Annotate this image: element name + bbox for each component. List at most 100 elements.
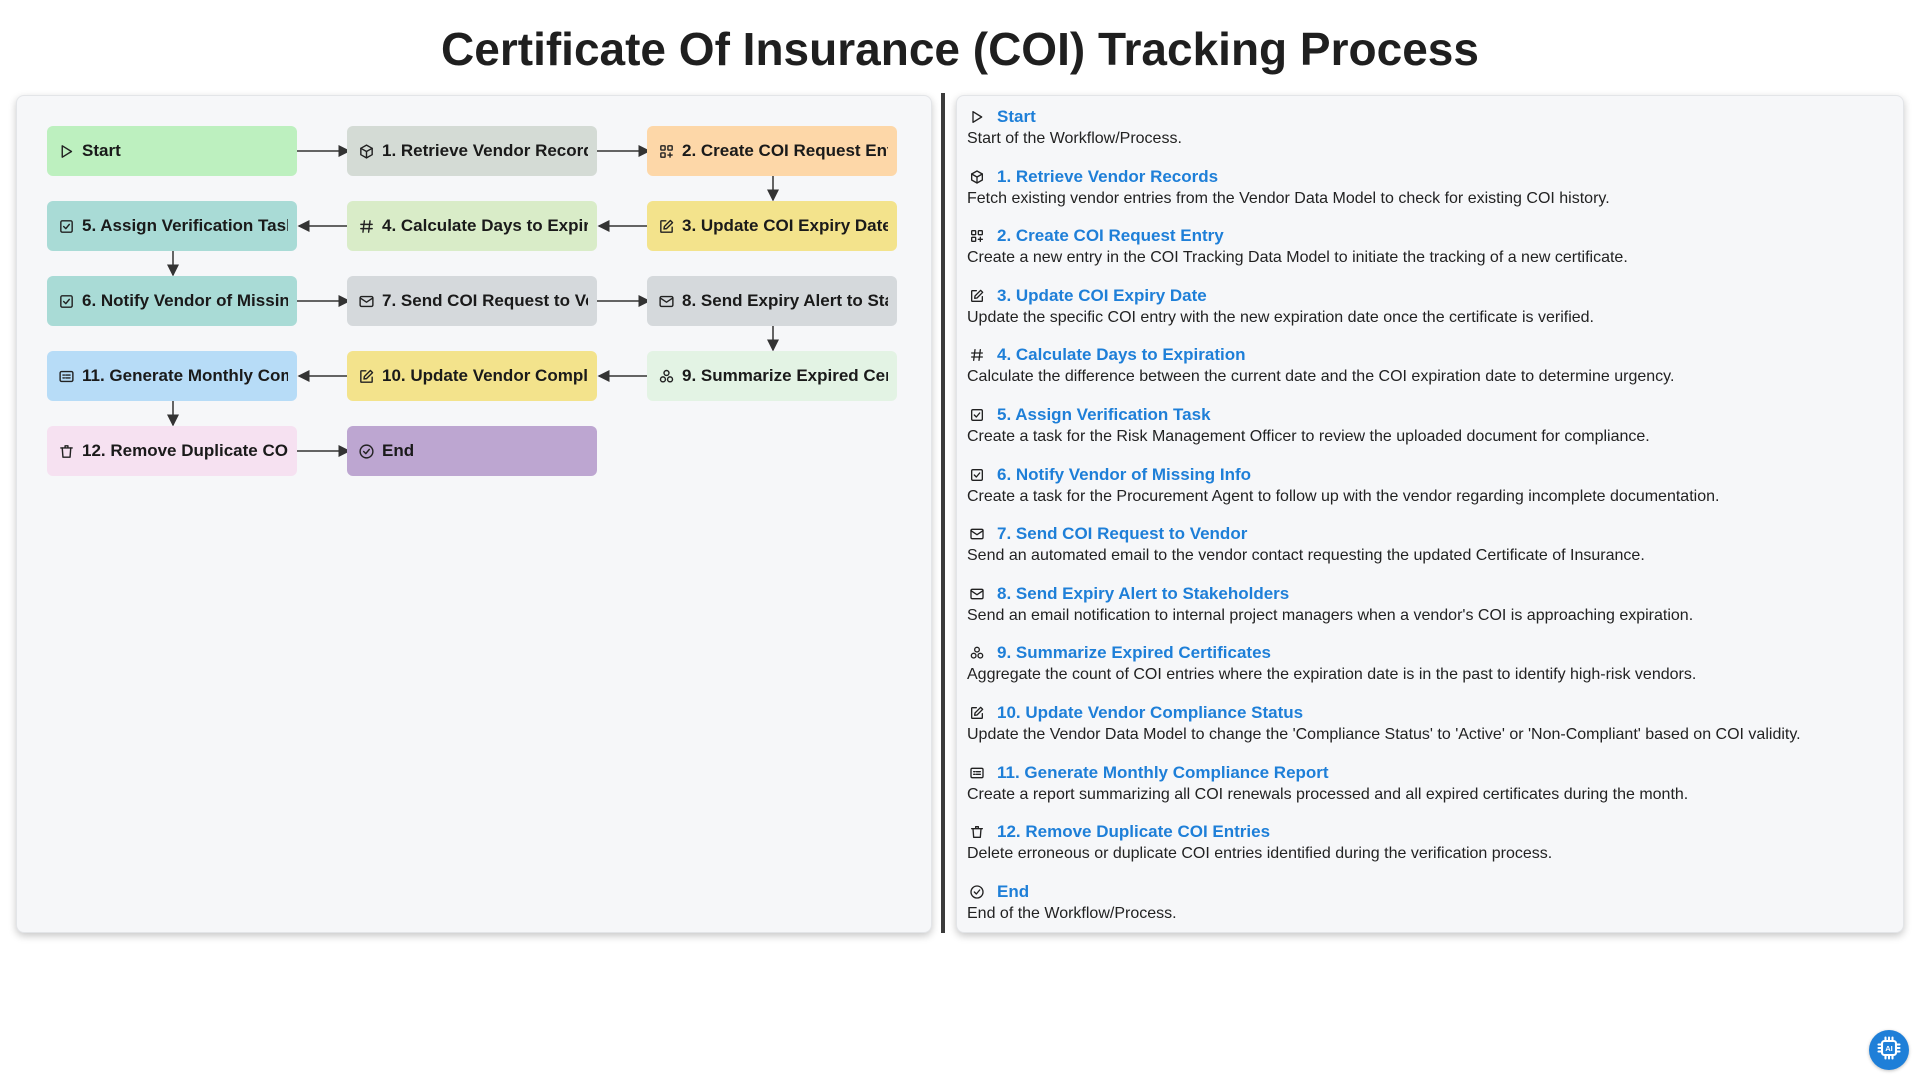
step-item-9: 9. Summarize Expired Certificates Aggreg… bbox=[967, 640, 1887, 700]
ai-assistant-button[interactable]: AI bbox=[1869, 1030, 1909, 1070]
step-list-panel: Start Start of the Workflow/Process. 1. … bbox=[956, 95, 1904, 933]
step-list: Start Start of the Workflow/Process. 1. … bbox=[967, 104, 1887, 938]
step-item-2: 2. Create COI Request Entry Create a new… bbox=[967, 223, 1887, 283]
node-label: 8. Send Expiry Alert to Stakeholders bbox=[682, 291, 888, 310]
step-title[interactable]: Start bbox=[997, 107, 1036, 127]
node-update-coi-expiry-date[interactable]: 3. Update COI Expiry Date bbox=[647, 201, 897, 251]
trash-icon bbox=[969, 824, 985, 840]
task-icon bbox=[969, 407, 985, 423]
node-label: 2. Create COI Request Entry bbox=[682, 141, 888, 160]
node-label: 9. Summarize Expired Certificates bbox=[682, 366, 888, 385]
node-start[interactable]: Start bbox=[47, 126, 297, 176]
report-icon bbox=[969, 765, 985, 781]
node-label: 7. Send COI Request to Vendor bbox=[382, 291, 588, 310]
node-label: 4. Calculate Days to Expiration bbox=[382, 216, 588, 235]
node-notify-vendor-of-missing-info[interactable]: 6. Notify Vendor of Missing Info bbox=[47, 276, 297, 326]
step-item-12: 12. Remove Duplicate COI Entries Delete … bbox=[967, 819, 1887, 879]
step-title[interactable]: 9. Summarize Expired Certificates bbox=[997, 643, 1271, 663]
node-label: 5. Assign Verification Task bbox=[82, 216, 288, 235]
step-description: Fetch existing vendor entries from the V… bbox=[967, 189, 1610, 207]
node-label: 12. Remove Duplicate COI Entries bbox=[82, 441, 288, 460]
step-item-11: 11. Generate Monthly Compliance Report C… bbox=[967, 760, 1887, 820]
mail-icon bbox=[658, 293, 675, 310]
node-send-expiry-alert-to-stakeholders[interactable]: 8. Send Expiry Alert to Stakeholders bbox=[647, 276, 897, 326]
step-title[interactable]: 7. Send COI Request to Vendor bbox=[997, 524, 1247, 544]
box-icon bbox=[358, 143, 375, 160]
step-title[interactable]: 2. Create COI Request Entry bbox=[997, 226, 1224, 246]
grid-plus-icon bbox=[969, 228, 985, 244]
step-item-7: 7. Send COI Request to Vendor Send an au… bbox=[967, 521, 1887, 581]
node-label: 11. Generate Monthly Compliance Report bbox=[82, 366, 288, 385]
svg-text:AI: AI bbox=[1885, 1043, 1893, 1052]
step-description: Delete erroneous or duplicate COI entrie… bbox=[967, 845, 1553, 863]
node-label: 6. Notify Vendor of Missing Info bbox=[82, 291, 288, 310]
step-item-4: 4. Calculate Days to Expiration Calculat… bbox=[967, 342, 1887, 402]
report-icon bbox=[58, 368, 75, 385]
step-description: Create a report summarizing all COI rene… bbox=[967, 785, 1689, 803]
node-update-vendor-compliance-status[interactable]: 10. Update Vendor Compliance Status bbox=[347, 351, 597, 401]
play-icon bbox=[969, 109, 985, 125]
step-item-5: 5. Assign Verification Task Create a tas… bbox=[967, 402, 1887, 462]
check-circle-icon bbox=[969, 884, 985, 900]
step-title[interactable]: 6. Notify Vendor of Missing Info bbox=[997, 465, 1251, 485]
step-title[interactable]: 12. Remove Duplicate COI Entries bbox=[997, 822, 1270, 842]
step-title[interactable]: 3. Update COI Expiry Date bbox=[997, 286, 1207, 306]
task-icon bbox=[58, 293, 75, 310]
task-icon bbox=[58, 218, 75, 235]
mail-icon bbox=[358, 293, 375, 310]
trash-icon bbox=[58, 443, 75, 460]
flowchart-panel: Start 1. Retrieve Vendor Records 2. Crea… bbox=[16, 95, 932, 933]
play-icon bbox=[58, 143, 75, 160]
step-description: Send an email notification to internal p… bbox=[967, 606, 1694, 624]
step-title[interactable]: 10. Update Vendor Compliance Status bbox=[997, 703, 1303, 723]
summarize-icon bbox=[658, 368, 675, 385]
node-assign-verification-task[interactable]: 5. Assign Verification Task bbox=[47, 201, 297, 251]
node-create-coi-request-entry[interactable]: 2. Create COI Request Entry bbox=[647, 126, 897, 176]
page-title: Certificate Of Insurance (COI) Tracking … bbox=[441, 23, 1479, 75]
step-description: Update the Vendor Data Model to change t… bbox=[967, 725, 1801, 743]
step-title[interactable]: 4. Calculate Days to Expiration bbox=[997, 345, 1245, 365]
node-remove-duplicate-coi-entries[interactable]: 12. Remove Duplicate COI Entries bbox=[47, 426, 297, 476]
step-title[interactable]: 5. Assign Verification Task bbox=[997, 405, 1211, 425]
node-retrieve-vendor-records[interactable]: 1. Retrieve Vendor Records bbox=[347, 126, 597, 176]
node-label: 1. Retrieve Vendor Records bbox=[382, 141, 588, 160]
mail-icon bbox=[969, 586, 985, 602]
ai-chip-icon: AI bbox=[1875, 1034, 1903, 1067]
step-item-10: 10. Update Vendor Compliance Status Upda… bbox=[967, 700, 1887, 760]
step-description: Update the specific COI entry with the n… bbox=[967, 308, 1594, 326]
node-label: 10. Update Vendor Compliance Status bbox=[382, 366, 588, 385]
edit-icon bbox=[969, 705, 985, 721]
mail-icon bbox=[969, 526, 985, 542]
step-title[interactable]: 1. Retrieve Vendor Records bbox=[997, 167, 1218, 187]
node-calculate-days-to-expiration[interactable]: 4. Calculate Days to Expiration bbox=[347, 201, 597, 251]
step-item-6: 6. Notify Vendor of Missing Info Create … bbox=[967, 462, 1887, 522]
step-description: Start of the Workflow/Process. bbox=[967, 130, 1182, 147]
edit-icon bbox=[658, 218, 675, 235]
grid-plus-icon bbox=[658, 143, 675, 160]
step-description: Create a task for the Procurement Agent … bbox=[967, 487, 1720, 505]
node-label: End bbox=[382, 441, 415, 460]
step-description: Calculate the difference between the cur… bbox=[967, 368, 1675, 386]
hash-icon bbox=[358, 218, 375, 235]
edit-icon bbox=[358, 368, 375, 385]
step-description: End of the Workflow/Process. bbox=[967, 904, 1177, 922]
check-circle-icon bbox=[358, 443, 375, 460]
node-end[interactable]: End bbox=[347, 426, 597, 476]
step-item-3: 3. Update COI Expiry Date Update the spe… bbox=[967, 283, 1887, 343]
step-description: Aggregate the count of COI entries where… bbox=[967, 666, 1697, 684]
node-label: 3. Update COI Expiry Date bbox=[682, 216, 888, 235]
step-title[interactable]: 11. Generate Monthly Compliance Report bbox=[997, 763, 1329, 783]
node-generate-monthly-compliance-report[interactable]: 11. Generate Monthly Compliance Report bbox=[47, 351, 297, 401]
step-title[interactable]: End bbox=[997, 882, 1029, 902]
step-title[interactable]: 8. Send Expiry Alert to Stakeholders bbox=[997, 584, 1289, 604]
step-item-end: End End of the Workflow/Process. bbox=[967, 879, 1887, 939]
panel-divider bbox=[941, 93, 945, 933]
node-send-coi-request-to-vendor[interactable]: 7. Send COI Request to Vendor bbox=[347, 276, 597, 326]
node-summarize-expired-certificates[interactable]: 9. Summarize Expired Certificates bbox=[647, 351, 897, 401]
summarize-icon bbox=[969, 645, 985, 661]
task-icon bbox=[969, 467, 985, 483]
hash-icon bbox=[969, 347, 985, 363]
step-item-1: 1. Retrieve Vendor Records Fetch existin… bbox=[967, 164, 1887, 224]
step-item-8: 8. Send Expiry Alert to Stakeholders Sen… bbox=[967, 581, 1887, 641]
box-icon bbox=[969, 169, 985, 185]
